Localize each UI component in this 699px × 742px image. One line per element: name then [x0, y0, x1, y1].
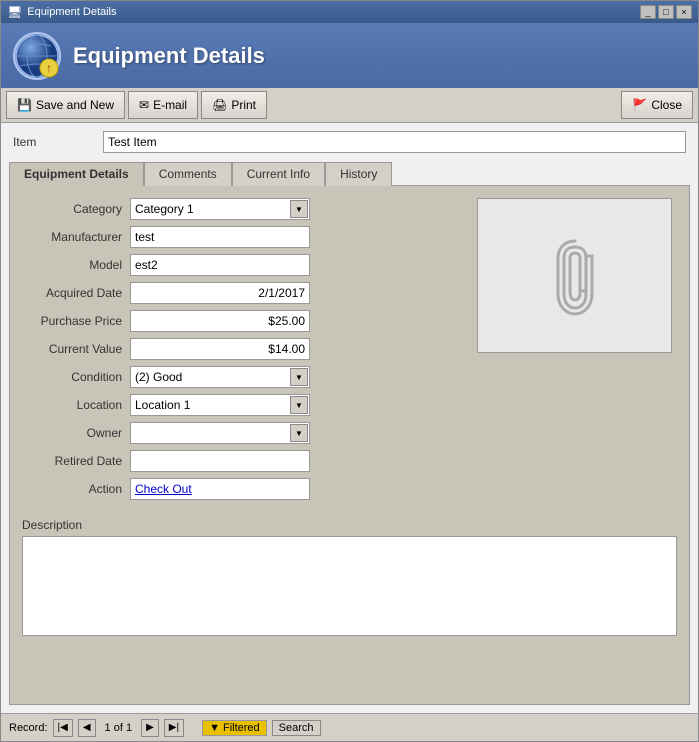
description-label: Description: [22, 518, 677, 532]
item-row: Item: [1, 123, 698, 161]
restore-button[interactable]: □: [658, 5, 674, 19]
form-row-retired-date: Retired Date: [22, 450, 465, 472]
retired-date-label: Retired Date: [22, 454, 122, 468]
owner-label: Owner: [22, 426, 122, 440]
check-out-link[interactable]: Check Out: [135, 482, 192, 496]
title-bar-text: Equipment Details: [27, 6, 116, 18]
tab-bar: Equipment Details Comments Current Info …: [9, 161, 690, 185]
search-label: Search: [279, 722, 314, 734]
condition-select-wrapper: (1) Excellent (2) Good (3) Fair (4) Poor…: [130, 366, 310, 388]
action-label: Action: [22, 482, 122, 496]
condition-select[interactable]: (1) Excellent (2) Good (3) Fair (4) Poor: [130, 366, 310, 388]
model-label: Model: [22, 258, 122, 272]
acquired-date-label: Acquired Date: [22, 286, 122, 300]
manufacturer-input[interactable]: [130, 226, 310, 248]
owner-select-wrapper: ▼: [130, 422, 310, 444]
form-row-action: Action Check Out: [22, 478, 465, 500]
form-row-owner: Owner ▼: [22, 422, 465, 444]
filtered-badge[interactable]: ▼ Filtered: [202, 720, 267, 736]
search-button[interactable]: Search: [272, 720, 321, 736]
first-record-button[interactable]: |◀: [53, 719, 73, 737]
close-button[interactable]: 🚩 Close: [621, 91, 693, 119]
filtered-label: Filtered: [223, 722, 260, 734]
svg-text:↑: ↑: [46, 61, 52, 75]
category-select-wrapper: Category 1 Category 2 ▼: [130, 198, 310, 220]
purchase-price-label: Purchase Price: [22, 314, 122, 328]
title-bar: 🖥 Equipment Details _ □ ×: [1, 1, 698, 23]
close-window-button[interactable]: ×: [676, 5, 692, 19]
title-bar-left: 🖥 Equipment Details: [7, 5, 117, 19]
category-select[interactable]: Category 1 Category 2: [130, 198, 310, 220]
close-label: Close: [651, 98, 682, 112]
save-icon: 💾: [17, 98, 32, 112]
form-row-purchase-price: Purchase Price: [22, 310, 465, 332]
current-value-label: Current Value: [22, 342, 122, 356]
form-right: [477, 198, 677, 506]
purchase-price-input[interactable]: [130, 310, 310, 332]
print-icon: 🖨: [212, 98, 227, 112]
description-section: Description: [22, 518, 677, 639]
last-record-button[interactable]: ▶|: [164, 719, 184, 737]
tab-comments[interactable]: Comments: [144, 162, 232, 186]
manufacturer-label: Manufacturer: [22, 230, 122, 244]
status-bar: Record: |◀ ◀ 1 of 1 ▶ ▶| ▼ Filtered Sear…: [1, 713, 698, 741]
retired-date-input[interactable]: [130, 450, 310, 472]
close-flag-icon: 🚩: [632, 98, 647, 112]
location-select-wrapper: Location 1 Location 2 ▼: [130, 394, 310, 416]
next-record-button[interactable]: ▶: [141, 719, 159, 737]
acquired-date-input[interactable]: [130, 282, 310, 304]
email-button[interactable]: ✉ E-mail: [128, 91, 198, 119]
tab-content: Category Category 1 Category 2 ▼ Manufac…: [9, 185, 690, 705]
tab-history[interactable]: History: [325, 162, 392, 186]
item-input[interactable]: [103, 131, 686, 153]
record-label: Record:: [9, 722, 48, 734]
app-title: Equipment Details: [73, 43, 265, 69]
location-label: Location: [22, 398, 122, 412]
prev-record-button[interactable]: ◀: [78, 719, 96, 737]
paperclip-icon: [550, 236, 600, 316]
app-icon: ↑: [13, 32, 61, 80]
tab-equipment-details[interactable]: Equipment Details: [9, 162, 144, 186]
form-area: Category Category 1 Category 2 ▼ Manufac…: [22, 198, 677, 506]
current-value-input[interactable]: [130, 338, 310, 360]
filter-icon: ▼: [209, 722, 220, 734]
form-row-manufacturer: Manufacturer: [22, 226, 465, 248]
app-header: ↑ Equipment Details: [1, 23, 698, 88]
form-left: Category Category 1 Category 2 ▼ Manufac…: [22, 198, 465, 506]
email-label: E-mail: [153, 98, 187, 112]
print-button[interactable]: 🖨 Print: [201, 91, 267, 119]
owner-select[interactable]: [130, 422, 310, 444]
form-row-category: Category Category 1 Category 2 ▼: [22, 198, 465, 220]
form-row-current-value: Current Value: [22, 338, 465, 360]
model-input[interactable]: [130, 254, 310, 276]
condition-label: Condition: [22, 370, 122, 384]
title-bar-controls: _ □ ×: [640, 5, 692, 19]
form-row-location: Location Location 1 Location 2 ▼: [22, 394, 465, 416]
title-bar-icon: 🖥: [7, 5, 22, 19]
form-row-condition: Condition (1) Excellent (2) Good (3) Fai…: [22, 366, 465, 388]
save-new-label: Save and New: [36, 98, 114, 112]
location-select[interactable]: Location 1 Location 2: [130, 394, 310, 416]
save-new-button[interactable]: 💾 Save and New: [6, 91, 125, 119]
tab-current-info[interactable]: Current Info: [232, 162, 325, 186]
email-icon: ✉: [139, 98, 149, 112]
tab-container: Equipment Details Comments Current Info …: [1, 161, 698, 713]
attachment-box[interactable]: [477, 198, 672, 353]
main-window: 🖥 Equipment Details _ □ ×: [0, 0, 699, 742]
description-textarea[interactable]: [22, 536, 677, 636]
form-row-model: Model: [22, 254, 465, 276]
print-label: Print: [231, 98, 256, 112]
category-label: Category: [22, 202, 122, 216]
record-info: 1 of 1: [105, 722, 133, 734]
minimize-button[interactable]: _: [640, 5, 656, 19]
form-row-acquired-date: Acquired Date: [22, 282, 465, 304]
item-label: Item: [13, 135, 93, 149]
toolbar: 💾 Save and New ✉ E-mail 🖨 Print 🚩 Close: [1, 88, 698, 123]
